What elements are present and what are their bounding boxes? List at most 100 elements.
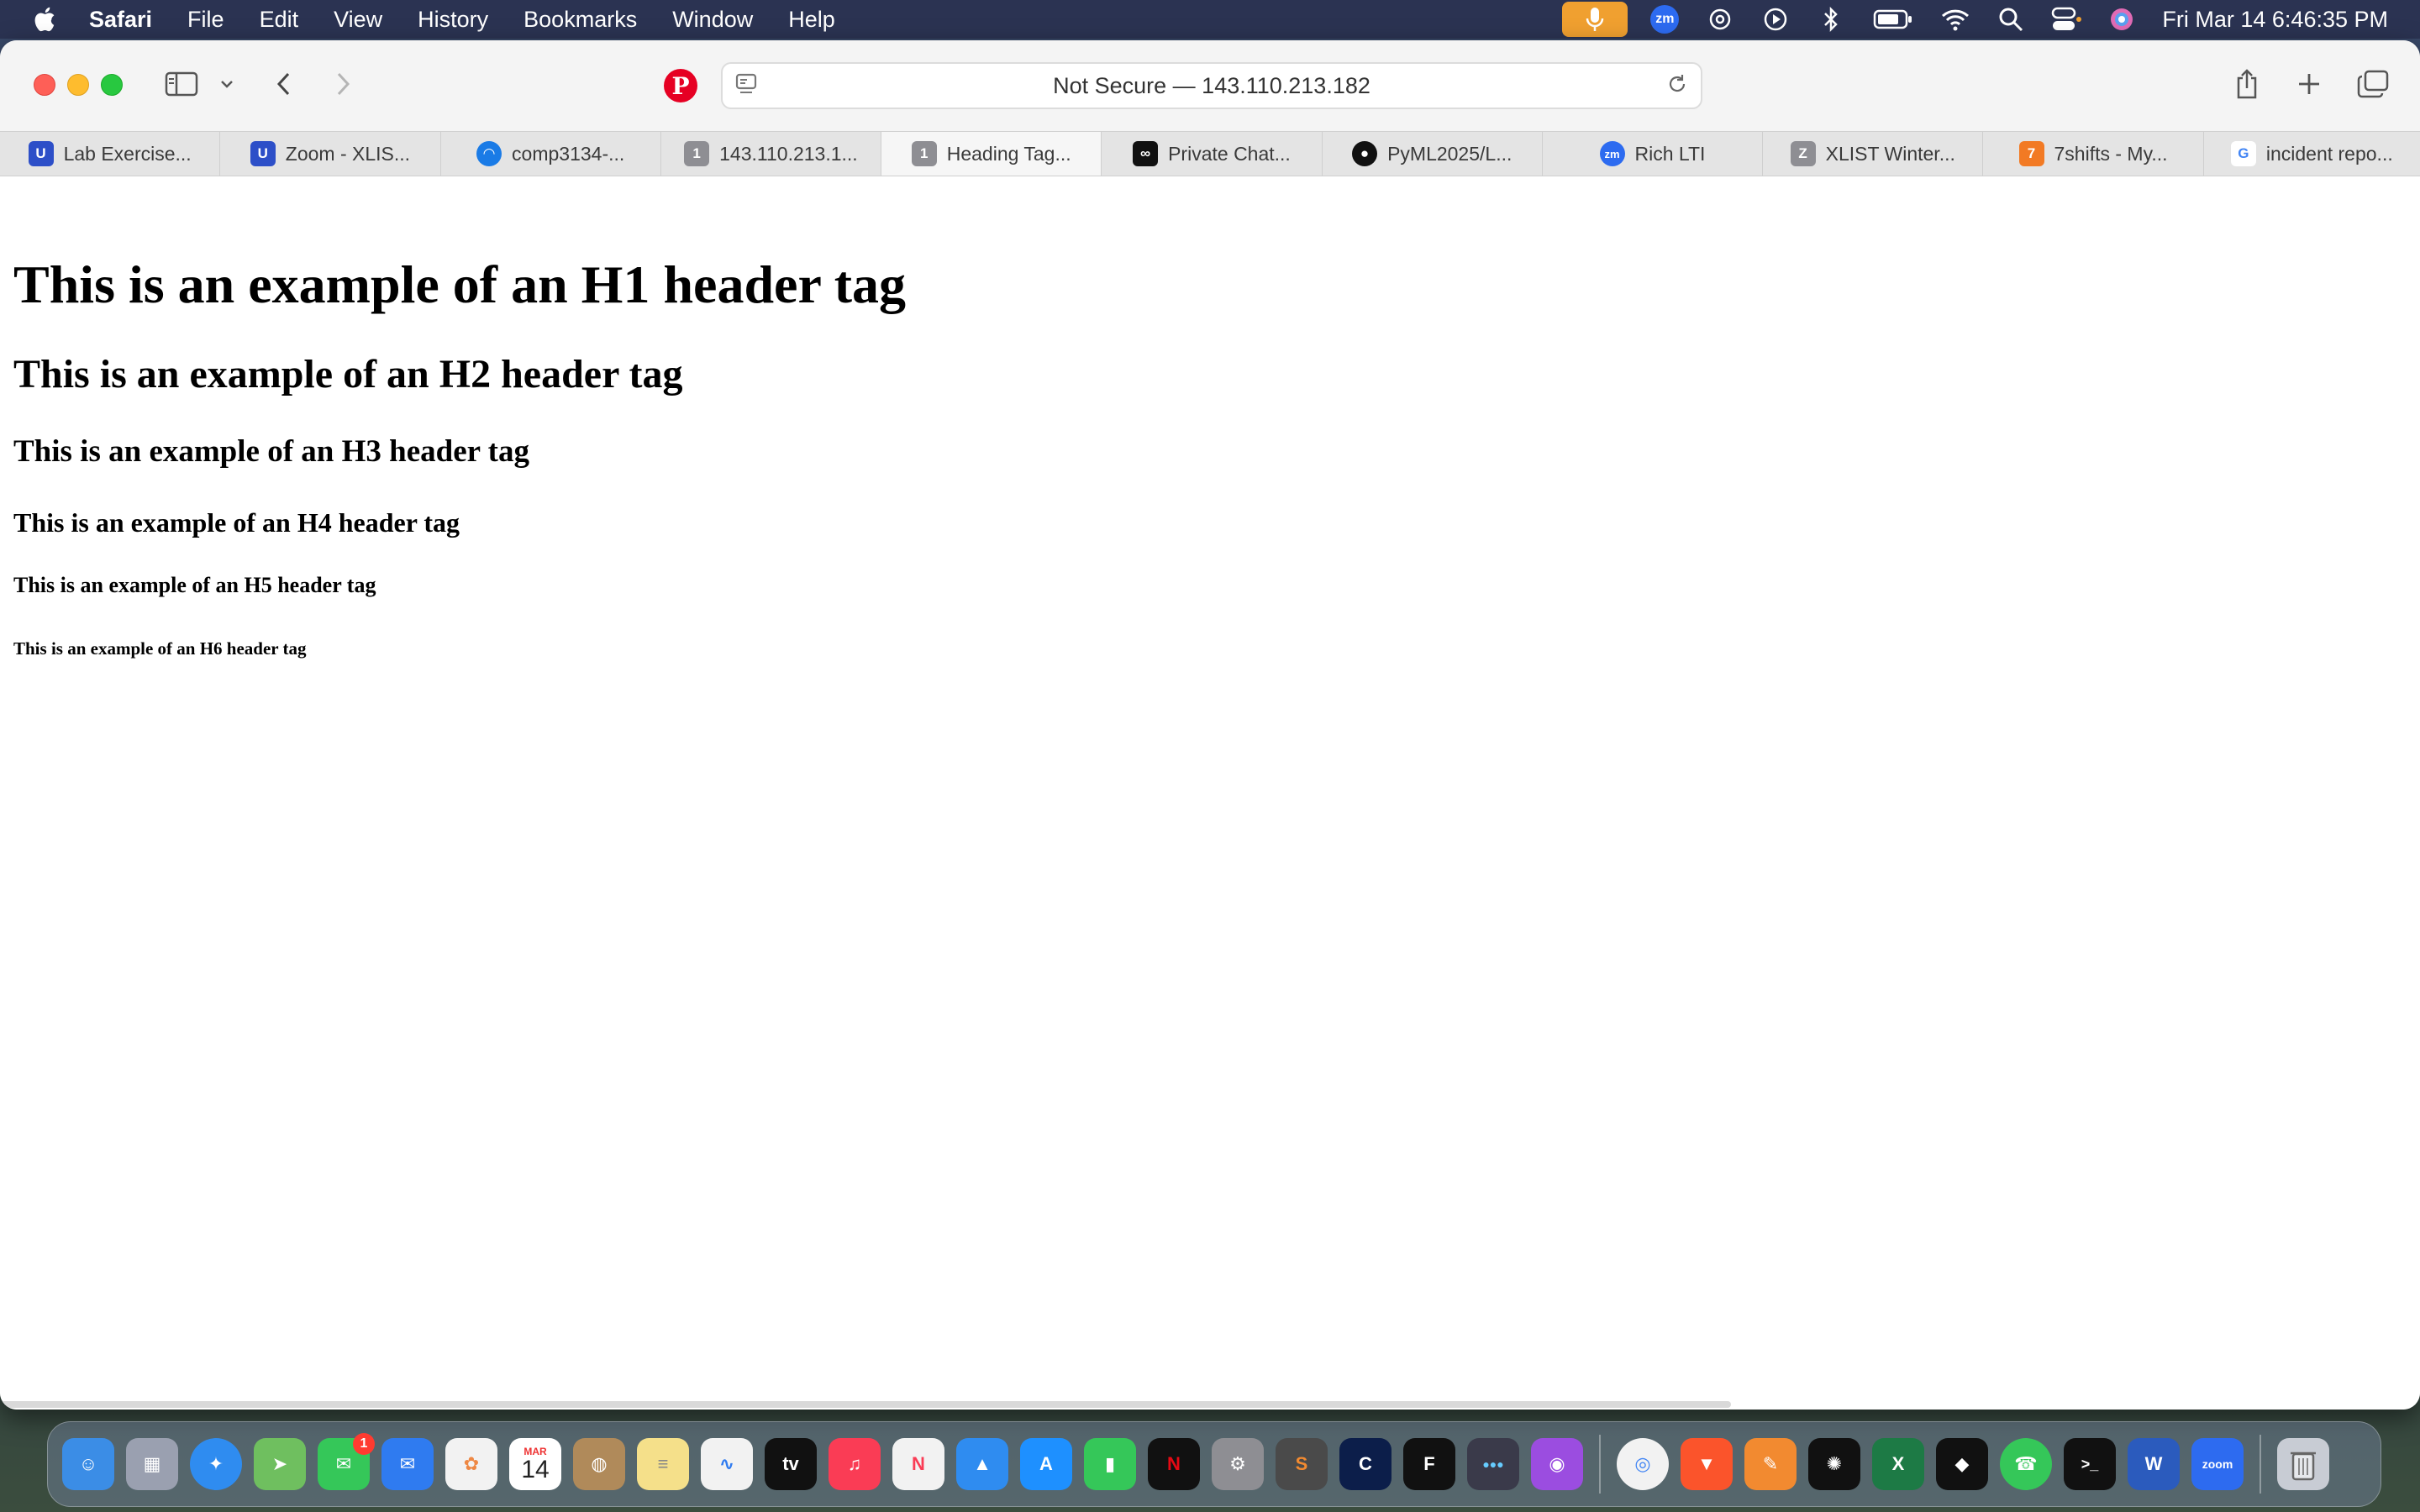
mail-icon[interactable]: ✉ — [381, 1438, 434, 1490]
menu-file[interactable]: File — [187, 7, 224, 33]
bluetooth-icon[interactable] — [1816, 4, 1846, 34]
menubar-clock[interactable]: Fri Mar 14 6:46:35 PM — [2162, 7, 2388, 33]
tab-xlist-winter[interactable]: Z XLIST Winter... — [1763, 132, 1984, 176]
figma-icon[interactable]: F — [1403, 1438, 1455, 1490]
close-window-button[interactable] — [34, 74, 55, 96]
slack-dots-icon[interactable]: ●●● — [1467, 1438, 1519, 1490]
search-icon[interactable] — [1996, 4, 2026, 34]
excel-icon[interactable]: X — [1872, 1438, 1924, 1490]
battery-icon[interactable] — [1871, 4, 1915, 34]
menu-bar: Safari File Edit View History Bookmarks … — [0, 0, 2420, 39]
app-store-icon[interactable]: A — [1020, 1438, 1072, 1490]
play-status-icon[interactable] — [1760, 4, 1791, 34]
private-chat-favicon-icon: ∞ — [1133, 141, 1159, 166]
control-center-icon[interactable] — [2051, 4, 2082, 34]
menu-app-safari[interactable]: Safari — [89, 7, 152, 33]
apple-menu-icon[interactable] — [32, 5, 60, 34]
github-favicon-icon: ● — [1352, 141, 1378, 166]
wifi-icon[interactable] — [1940, 4, 1970, 34]
menu-view[interactable]: View — [334, 7, 382, 33]
tab-label: 143.110.213.1... — [719, 142, 858, 165]
menu-help[interactable]: Help — [788, 7, 835, 33]
terminal-icon[interactable]: >_ — [2064, 1438, 2116, 1490]
system-settings-icon[interactable]: ⚙ — [1212, 1438, 1264, 1490]
chatgpt-status-icon[interactable] — [1705, 4, 1735, 34]
tab-pyml2025[interactable]: ● PyML2025/L... — [1323, 132, 1543, 176]
siri-icon[interactable] — [2107, 4, 2137, 34]
tab-private-chat[interactable]: ∞ Private Chat... — [1102, 132, 1323, 176]
trash-icon[interactable] — [2277, 1438, 2329, 1490]
news-icon[interactable]: N — [892, 1438, 944, 1490]
tab-lab-exercise[interactable]: U Lab Exercise... — [0, 132, 221, 176]
maps-icon[interactable]: ➤ — [254, 1438, 306, 1490]
music-icon[interactable]: ♫ — [829, 1438, 881, 1490]
safari-icon[interactable]: ✦ — [190, 1438, 242, 1490]
tab-overview-icon[interactable] — [2354, 62, 2391, 106]
tab-ip-address[interactable]: 1 143.110.213.1... — [661, 132, 882, 176]
menu-history[interactable]: History — [418, 7, 488, 33]
tab-heading-tags-active[interactable]: 1 Heading Tag... — [881, 132, 1102, 176]
forward-button[interactable] — [326, 62, 360, 106]
new-tab-icon[interactable] — [2292, 62, 2326, 106]
freeform-icon[interactable]: ∿ — [701, 1438, 753, 1490]
tab-group-chevron-down-icon[interactable] — [215, 62, 239, 106]
menu-bookmarks[interactable]: Bookmarks — [523, 7, 637, 33]
netflix-icon[interactable]: N — [1148, 1438, 1200, 1490]
calendar-icon[interactable]: MAR 14 — [509, 1438, 561, 1490]
chatgpt-icon[interactable]: ✺ — [1808, 1438, 1860, 1490]
safari-toolbar: P Not Secure — 143.110.213.182 — [0, 40, 2420, 131]
page-content: This is an example of an H1 header tag T… — [0, 176, 2420, 1410]
zoom-status-icon[interactable]: zm — [1649, 4, 1680, 34]
podcasts-icon[interactable]: ◉ — [1531, 1438, 1583, 1490]
sidebar-toggle-icon[interactable] — [161, 62, 202, 106]
generic-1-favicon-icon: 1 — [684, 141, 710, 166]
address-bar[interactable]: Not Secure — 143.110.213.182 — [721, 62, 1702, 109]
microphone-icon[interactable] — [1562, 2, 1628, 37]
photos-icon[interactable]: ✿ — [445, 1438, 497, 1490]
finder-icon[interactable]: ☺ — [62, 1438, 114, 1490]
safari-window: P Not Secure — 143.110.213.182 U Lab Exer… — [0, 40, 2420, 1410]
tab-label: Private Chat... — [1168, 142, 1291, 165]
horizontal-scrollbar[interactable] — [0, 1401, 1731, 1408]
keynote-icon[interactable]: ▲ — [956, 1438, 1008, 1490]
contacts-icon[interactable]: ◍ — [573, 1438, 625, 1490]
sublime-text-icon[interactable]: S — [1276, 1438, 1328, 1490]
pages-icon[interactable]: ✎ — [1744, 1438, 1797, 1490]
generic-z-favicon-icon: Z — [1790, 141, 1816, 166]
codeblocks-icon[interactable]: C — [1339, 1438, 1392, 1490]
word-icon[interactable]: W — [2128, 1438, 2180, 1490]
menu-window[interactable]: Window — [672, 7, 753, 33]
tab-label: incident repo... — [2265, 142, 2393, 165]
tab-incident-report[interactable]: Gincident repo... — [2204, 132, 2420, 176]
lab-exercise-favicon-icon: U — [28, 141, 54, 166]
notes-icon[interactable]: ≡ — [637, 1438, 689, 1490]
tab-label: Rich LTI — [1634, 142, 1706, 165]
minimize-window-button[interactable] — [67, 74, 89, 96]
address-text[interactable]: Not Secure — 143.110.213.182 — [1053, 73, 1370, 99]
zoom-favicon-icon: zm — [1599, 141, 1625, 166]
brave-icon[interactable]: ▼ — [1681, 1438, 1733, 1490]
launchpad-icon[interactable]: ▦ — [126, 1438, 178, 1490]
tab-rich-lti[interactable]: zm Rich LTI — [1543, 132, 1764, 176]
back-button[interactable] — [267, 62, 301, 106]
numbers-icon[interactable]: ▮ — [1084, 1438, 1136, 1490]
zoom-app-icon[interactable]: zoom — [2191, 1438, 2244, 1490]
apple-tv-icon[interactable]: tv — [765, 1438, 817, 1490]
tab-zoom-xlist[interactable]: U Zoom - XLIS... — [220, 132, 441, 176]
tab-comp3134[interactable]: ◠ comp3134-... — [441, 132, 661, 176]
messages-glyph: ✉ — [335, 1453, 352, 1474]
heading-h3: This is an example of an H3 header tag — [13, 434, 529, 469]
share-icon[interactable] — [2230, 62, 2264, 106]
reload-icon[interactable] — [1665, 72, 1689, 102]
tab-7shifts[interactable]: 7 7shifts - My... — [1983, 132, 2204, 176]
chrome-icon[interactable]: ◎ — [1617, 1438, 1669, 1490]
menu-edit[interactable]: Edit — [260, 7, 299, 33]
reader-page-menu-icon[interactable] — [734, 72, 758, 102]
whatsapp-icon[interactable]: ☎ — [2000, 1438, 2052, 1490]
zoom-window-button[interactable] — [101, 74, 123, 96]
pinterest-extension-icon[interactable]: P — [664, 69, 697, 102]
cube-app-icon[interactable]: ◆ — [1936, 1438, 1988, 1490]
tab-label: comp3134-... — [512, 142, 625, 165]
tab-label: 7shifts - My... — [2054, 142, 2168, 165]
messages-icon[interactable]: ✉ 1 — [318, 1433, 375, 1490]
